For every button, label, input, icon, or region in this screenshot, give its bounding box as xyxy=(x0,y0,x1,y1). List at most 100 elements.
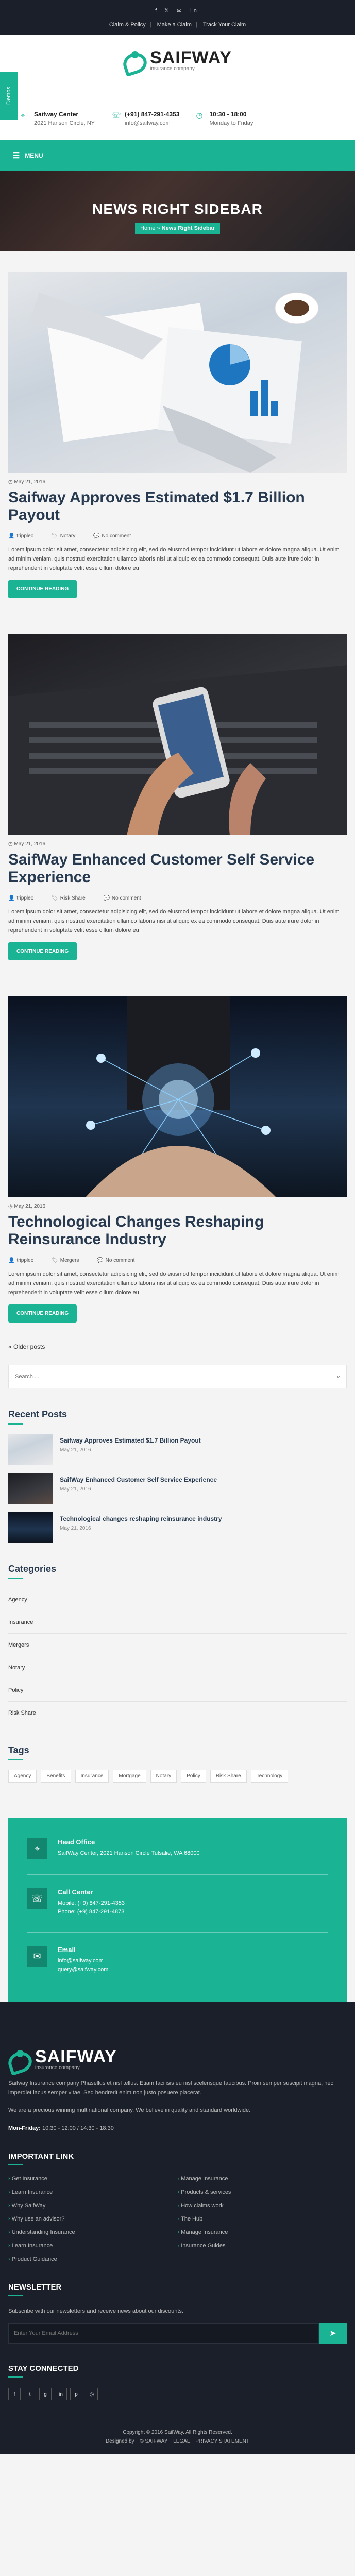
recent-post-thumb[interactable] xyxy=(8,1512,53,1543)
post-title[interactable]: Technological Changes Reshaping Reinsura… xyxy=(8,1213,347,1248)
designer-link[interactable]: © SAIFWAY xyxy=(140,2438,167,2444)
hamburger-icon[interactable]: ☰ xyxy=(12,150,20,161)
tag-item[interactable]: Notary xyxy=(150,1770,177,1783)
category-agency[interactable]: Agency xyxy=(8,1588,347,1611)
post-comments[interactable]: No comment xyxy=(102,533,131,539)
search-input[interactable] xyxy=(15,1374,275,1380)
recent-post-thumb[interactable] xyxy=(8,1473,53,1504)
post-image[interactable] xyxy=(8,996,347,1197)
footer-link[interactable]: How claims work xyxy=(178,2202,347,2209)
footer-link[interactable]: Insurance Guides xyxy=(178,2243,347,2249)
brand-name: SAIFWAY xyxy=(150,48,232,67)
footer-link[interactable]: Understanding Insurance xyxy=(8,2229,178,2235)
logo-mark-icon xyxy=(8,2049,31,2069)
social-icons[interactable]: f 𝕏 ✉ in xyxy=(0,7,355,14)
contact-line[interactable]: info@saifway.com xyxy=(58,1957,108,1965)
main-nav[interactable]: ☰ MENU xyxy=(0,140,355,171)
footer-link[interactable]: Why use an advisor? xyxy=(8,2216,178,2222)
tag-item[interactable]: Agency xyxy=(8,1770,37,1783)
footer-link[interactable]: Get Insurance xyxy=(8,2176,178,2182)
instagram-icon[interactable]: ◎ xyxy=(86,2388,98,2400)
tag-item[interactable]: Mortgage xyxy=(113,1770,146,1783)
privacy-link[interactable]: PRIVACY STATEMENT xyxy=(195,2438,249,2444)
post-author[interactable]: trippleo xyxy=(16,1258,33,1263)
footer-link[interactable]: Manage Insurance xyxy=(178,2176,347,2182)
tag-item[interactable]: Risk Share xyxy=(210,1770,247,1783)
recent-post-item[interactable]: SaifWay Enhanced Customer Self Service E… xyxy=(8,1473,347,1504)
category-risk-share[interactable]: Risk Share xyxy=(8,1702,347,1724)
clock-icon: ◷ xyxy=(8,479,14,485)
post-tag[interactable]: Risk Share xyxy=(60,895,86,901)
footer-link[interactable]: Products & services xyxy=(178,2189,347,2195)
clock-icon: ◷ xyxy=(196,111,203,120)
recent-post-date: May 21, 2016 xyxy=(60,1486,91,1492)
recent-post-title[interactable]: Saifway Approves Estimated $1.7 Billion … xyxy=(60,1437,201,1444)
footer-link[interactable]: Learn Insurance xyxy=(8,2189,178,2195)
tag-cloud: Agency Benefits Insurance Mortgage Notar… xyxy=(8,1770,347,1783)
footer-link[interactable]: Product Guidance xyxy=(8,2256,178,2262)
link-claim-policy[interactable]: Claim & Policy xyxy=(109,22,146,28)
google-plus-icon[interactable]: g xyxy=(39,2388,52,2400)
contact-head-office: ⌖ Head Office SaifWay Center, 2021 Hanson… xyxy=(27,1838,328,1875)
contact-line[interactable]: Mobile: (+9) 847-291-4353 xyxy=(58,1899,125,1908)
tag-item[interactable]: Policy xyxy=(181,1770,206,1783)
linkedin-icon[interactable]: in xyxy=(55,2388,67,2400)
breadcrumb: Home » News Right Sidebar xyxy=(135,223,220,234)
tag-icon: 🏷 xyxy=(52,895,58,901)
post-date-text: May 21, 2016 xyxy=(14,479,46,485)
menu-label[interactable]: MENU xyxy=(25,152,43,159)
footer-logo[interactable]: SAIFWAY insurance company xyxy=(8,2048,117,2071)
contact-line[interactable]: query@saifway.com xyxy=(58,1965,108,1974)
post-tag[interactable]: Mergers xyxy=(60,1258,79,1263)
category-mergers[interactable]: Mergers xyxy=(8,1634,347,1656)
tag-item[interactable]: Insurance xyxy=(75,1770,109,1783)
post-comments[interactable]: No comment xyxy=(106,1258,135,1263)
breadcrumb-home[interactable]: Home xyxy=(140,225,155,231)
logo[interactable]: SAIFWAY insurance company xyxy=(123,49,232,72)
category-insurance[interactable]: Insurance xyxy=(8,1611,347,1634)
recent-post-title[interactable]: Technological changes reshaping reinsura… xyxy=(60,1515,222,1522)
recent-post-item[interactable]: Technological changes reshaping reinsura… xyxy=(8,1512,347,1543)
recent-post-thumb[interactable] xyxy=(8,1434,53,1465)
post-title[interactable]: SaifWay Enhanced Customer Self Service E… xyxy=(8,851,347,886)
send-icon[interactable]: ➤ xyxy=(319,2323,347,2344)
post-title[interactable]: Saifway Approves Estimated $1.7 Billion … xyxy=(8,489,347,524)
post-tag[interactable]: Notary xyxy=(60,533,75,539)
continue-reading-button[interactable]: CONTINUE READING xyxy=(8,580,77,598)
legal-link[interactable]: LEGAL xyxy=(173,2438,190,2444)
search-icon[interactable]: ⌕ xyxy=(337,1374,340,1380)
post-author[interactable]: trippleo xyxy=(16,533,33,539)
info-email-text[interactable]: info@saifway.com xyxy=(125,120,171,126)
post-image[interactable] xyxy=(8,272,347,473)
tag-item[interactable]: Benefits xyxy=(41,1770,71,1783)
post-author[interactable]: trippleo xyxy=(16,895,33,901)
footer-link[interactable]: Learn Insurance xyxy=(8,2243,178,2249)
contact-line[interactable]: Phone: (+9) 847-291-4873 xyxy=(58,1908,125,1917)
link-track-claim[interactable]: Track Your Claim xyxy=(203,22,246,28)
recent-post-title[interactable]: SaifWay Enhanced Customer Self Service E… xyxy=(60,1476,217,1483)
demos-tab[interactable]: Demos xyxy=(0,72,18,120)
post-image[interactable] xyxy=(8,634,347,835)
post-comments[interactable]: No comment xyxy=(112,895,141,901)
continue-reading-button[interactable]: CONTINUE READING xyxy=(8,1304,77,1323)
link-make-claim[interactable]: Make a Claim xyxy=(157,22,192,28)
footer-link[interactable]: The Hub xyxy=(178,2216,347,2222)
post-meta: 👤 trippleo 🏷 Risk Share 💬 No comment xyxy=(8,895,347,901)
recent-posts-title: Recent Posts xyxy=(8,1409,67,1419)
info-address-title: Saifway Center xyxy=(34,110,79,118)
newsletter-email-input[interactable] xyxy=(8,2323,319,2344)
tag-item[interactable]: Technology xyxy=(250,1770,289,1783)
pinterest-icon[interactable]: p xyxy=(70,2388,82,2400)
footer-link[interactable]: Why SaifWay xyxy=(8,2202,178,2209)
footer-link[interactable]: Manage Insurance xyxy=(178,2229,347,2235)
twitter-icon[interactable]: t xyxy=(24,2388,36,2400)
older-posts-link[interactable]: « Older posts xyxy=(8,1343,347,1350)
continue-reading-button[interactable]: CONTINUE READING xyxy=(8,942,77,960)
info-phone-title[interactable]: (+91) 847-291-4353 xyxy=(125,111,179,118)
recent-post-item[interactable]: Saifway Approves Estimated $1.7 Billion … xyxy=(8,1434,347,1465)
category-policy[interactable]: Policy xyxy=(8,1679,347,1702)
facebook-icon[interactable]: f xyxy=(8,2388,21,2400)
comment-icon: 💬 xyxy=(97,1258,104,1263)
category-notary[interactable]: Notary xyxy=(8,1656,347,1679)
comment-icon: 💬 xyxy=(93,533,100,539)
